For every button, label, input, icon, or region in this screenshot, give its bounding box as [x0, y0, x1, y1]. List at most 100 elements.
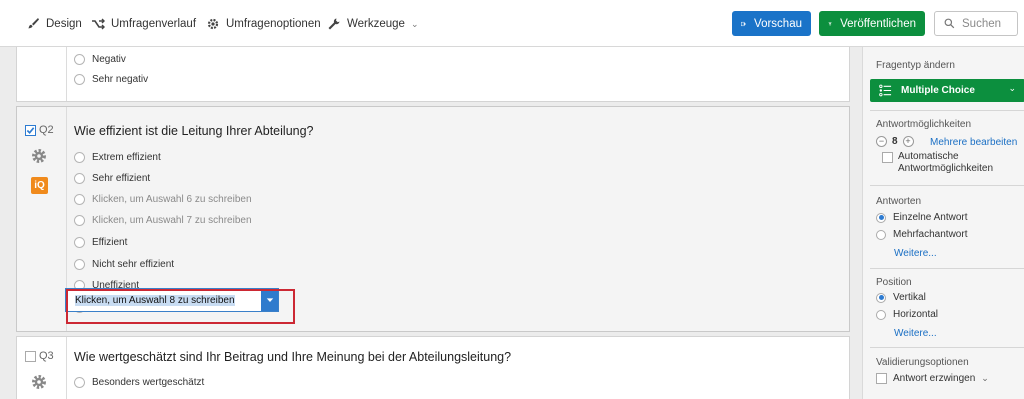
- edit-multiple-link[interactable]: Mehrere bearbeiten: [930, 137, 1017, 148]
- wrench-icon: [328, 18, 340, 30]
- survey-history-label: Umfragenverlauf: [111, 18, 197, 30]
- chevron-down-icon[interactable]: ⌄: [981, 373, 989, 384]
- survey-options-tab[interactable]: Umfragenoptionen: [206, 15, 321, 33]
- paintbrush-icon: [28, 18, 39, 29]
- radio-button[interactable]: [74, 172, 85, 184]
- choice-item[interactable]: Sehr effizient: [74, 171, 150, 185]
- radio-button[interactable]: [74, 258, 85, 270]
- force-response-checkbox[interactable]: [876, 373, 887, 384]
- choice-item[interactable]: Nicht sehr effizient: [74, 257, 174, 271]
- preview-button[interactable]: Vorschau: [732, 11, 811, 36]
- annotation-highlight-box: [66, 289, 295, 324]
- choice-item[interactable]: Negativ: [74, 52, 126, 66]
- radio-button[interactable]: [74, 193, 85, 205]
- publish-upload-icon: [828, 21, 832, 26]
- radio-button[interactable]: [74, 53, 85, 65]
- choice-label: Klicken, um Auswahl 7 zu schreiben: [92, 214, 252, 226]
- choice-count-row: − 8 +: [876, 136, 914, 147]
- tools-label: Werkzeuge: [347, 18, 405, 30]
- survey-history-tab[interactable]: Umfragenverlauf: [91, 15, 196, 33]
- iq-badge-label: iQ: [34, 180, 45, 191]
- choice-item[interactable]: Klicken, um Auswahl 6 zu schreiben: [74, 192, 252, 206]
- publish-label: Veröffentlichen: [840, 17, 916, 30]
- chevron-down-icon: ⌄: [1008, 83, 1016, 93]
- horizontal-label: Horizontal: [893, 309, 939, 320]
- force-response-label: Antwort erzwingen: [893, 373, 976, 384]
- tools-menu[interactable]: Werkzeuge ⌄: [327, 15, 419, 33]
- horizontal-option[interactable]: Horizontal: [876, 309, 938, 320]
- validation-title: Validierungsoptionen: [876, 357, 969, 368]
- divider: [870, 185, 1024, 186]
- multiple-answer-label: Mehrfachantwort: [893, 229, 968, 240]
- top-toolbar: Design Umfragenverlauf Umfragenoptionen …: [0, 0, 1024, 47]
- radio-button[interactable]: [876, 229, 886, 240]
- radio-button[interactable]: [74, 151, 85, 163]
- choice-label: Besonders wertgeschätzt: [92, 376, 205, 388]
- choice-label: Klicken, um Auswahl 6 zu schreiben: [92, 193, 252, 205]
- chevron-down-icon: ⌄: [410, 18, 419, 29]
- vertical-option[interactable]: Vertikal: [876, 292, 926, 303]
- search-icon: [944, 18, 955, 29]
- design-label: Design: [46, 18, 82, 30]
- radio-button[interactable]: [876, 309, 886, 320]
- answers-more-link[interactable]: Weitere...: [894, 248, 937, 259]
- question-settings-panel: Fragentyp ändern Multiple Choice ⌄ Antwo…: [862, 47, 1024, 399]
- multiple-answer-option[interactable]: Mehrfachantwort: [876, 229, 967, 240]
- question-type-dropdown[interactable]: Multiple Choice ⌄: [870, 79, 1024, 102]
- answer-choices-title: Antwortmöglichkeiten: [876, 119, 972, 130]
- minus-icon[interactable]: −: [876, 136, 887, 147]
- gutter-divider: [66, 47, 67, 101]
- question-text[interactable]: Wie effizient ist die Leitung Ihrer Abte…: [74, 124, 314, 138]
- publish-button[interactable]: Veröffentlichen: [819, 11, 925, 36]
- gear-icon[interactable]: [30, 147, 48, 165]
- radio-button-selected[interactable]: [876, 212, 886, 223]
- position-more-link[interactable]: Weitere...: [894, 328, 937, 339]
- choice-item[interactable]: Effizient: [74, 235, 127, 249]
- radio-button-selected[interactable]: [876, 292, 886, 303]
- single-answer-option[interactable]: Einzelne Antwort: [876, 212, 968, 223]
- radio-button[interactable]: [74, 73, 85, 85]
- radio-button[interactable]: [74, 236, 85, 248]
- checkmark-icon: [26, 126, 35, 134]
- force-response-option[interactable]: Antwort erzwingen ⌄: [876, 373, 989, 384]
- divider: [870, 347, 1024, 348]
- design-tab[interactable]: Design: [26, 15, 82, 33]
- question-select-checkbox[interactable]: [25, 124, 36, 136]
- question-select-checkbox[interactable]: [25, 350, 36, 362]
- preview-arrow-icon: [741, 21, 746, 26]
- answers-title: Antworten: [876, 196, 922, 207]
- question-type-title: Fragentyp ändern: [876, 60, 955, 71]
- auto-choices-option[interactable]: Automatische Antwortmöglichkeiten: [882, 151, 993, 175]
- choice-item[interactable]: Sehr negativ: [74, 72, 148, 86]
- question-number: Q2: [25, 124, 54, 136]
- auto-choices-label: Automatische Antwortmöglichkeiten: [898, 151, 993, 175]
- choice-label: Negativ: [92, 53, 126, 65]
- previous-question-block: Negativ Sehr negativ: [16, 47, 850, 102]
- choice-item[interactable]: Besonders wertgeschätzt: [74, 375, 204, 389]
- auto-choices-label-line2: Antwortmöglichkeiten: [898, 163, 994, 174]
- divider: [870, 110, 1024, 111]
- question-text[interactable]: Wie wertgeschätzt sind Ihr Beitrag und I…: [74, 350, 511, 364]
- radio-button[interactable]: [74, 376, 85, 388]
- gear-icon[interactable]: [30, 373, 48, 391]
- vertical-label: Vertikal: [893, 292, 926, 303]
- question-number-label: Q2: [39, 124, 54, 136]
- position-title: Position: [876, 277, 912, 288]
- auto-choices-label-line1: Automatische: [898, 151, 959, 162]
- choice-label: Sehr effizient: [92, 172, 151, 184]
- question-block-q3[interactable]: Q3 Wie wertgeschätzt sind Ihr Beitrag un…: [16, 336, 850, 399]
- plus-icon[interactable]: +: [902, 136, 914, 147]
- question-type-label: Multiple Choice: [901, 85, 975, 96]
- gutter-divider: [66, 337, 67, 399]
- choice-count-value: 8: [892, 136, 898, 147]
- search-input[interactable]: Suchen: [934, 11, 1018, 36]
- list-icon: [879, 84, 892, 97]
- radio-button[interactable]: [74, 214, 85, 226]
- choice-label: Extrem effizient: [92, 151, 161, 163]
- history-branch-icon: [92, 18, 105, 30]
- choice-item[interactable]: Extrem effizient: [74, 150, 161, 164]
- choice-item[interactable]: Klicken, um Auswahl 7 zu schreiben: [74, 213, 252, 227]
- iq-badge[interactable]: iQ: [31, 177, 48, 194]
- choice-label: Nicht sehr effizient: [92, 258, 175, 270]
- auto-choices-checkbox[interactable]: [882, 152, 893, 163]
